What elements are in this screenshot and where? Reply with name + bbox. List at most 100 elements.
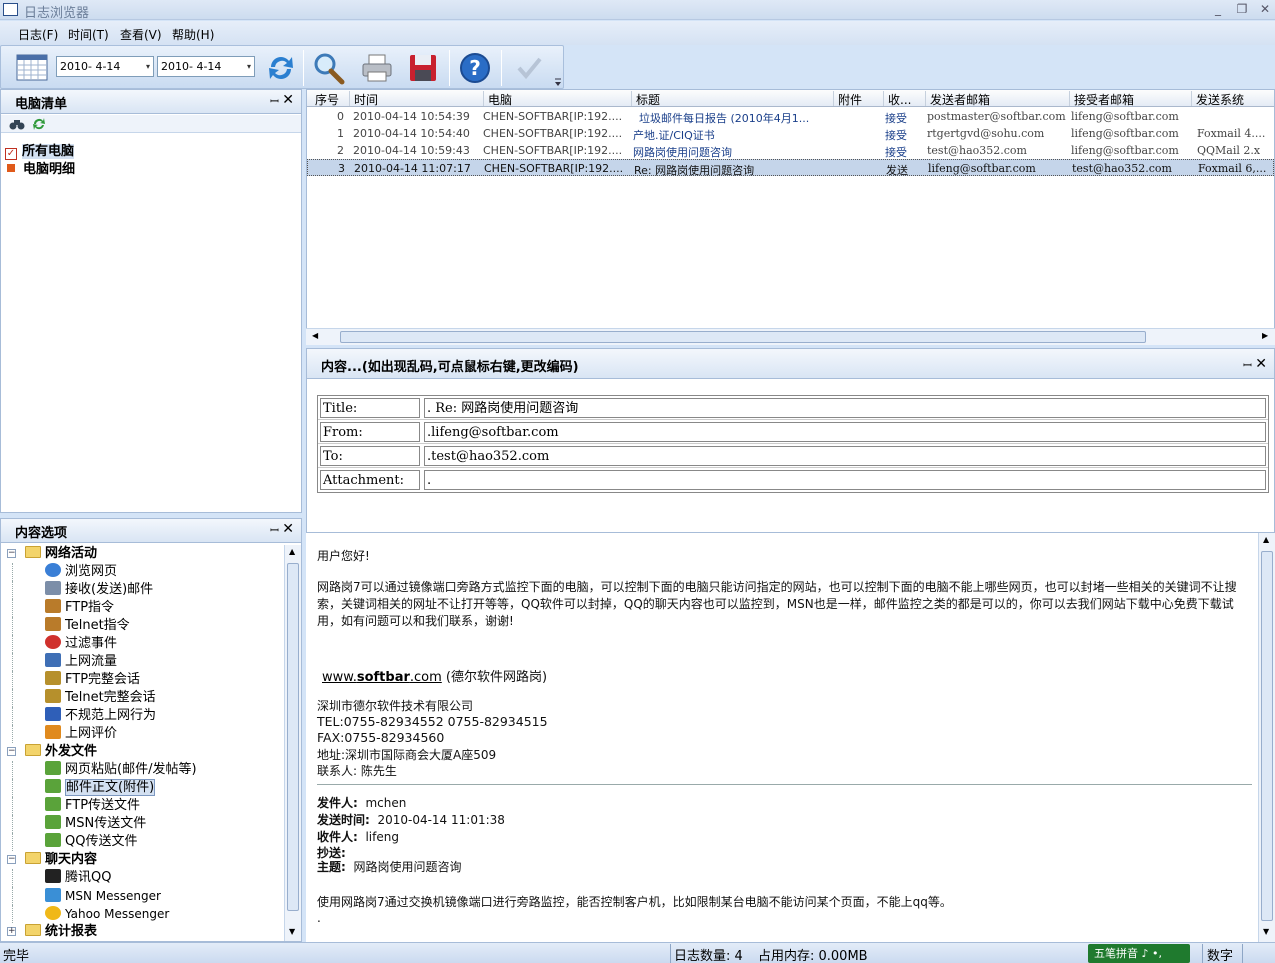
computer-item-all[interactable]: ✓ 所有电脑 (5, 143, 75, 161)
scroll-thumb[interactable] (287, 563, 299, 911)
tree-item[interactable]: 不规范上网行为 (45, 707, 156, 725)
status-separator (670, 944, 671, 963)
pin-icon[interactable]: ꟷ (270, 94, 279, 109)
tree-scrollbar[interactable]: ▲ ▼ (284, 545, 301, 941)
search-icon[interactable] (311, 51, 347, 85)
scroll-up-icon[interactable]: ▲ (289, 547, 295, 556)
website-link[interactable]: www.softbar.com (322, 670, 442, 685)
close-icon[interactable]: ✕ (1255, 356, 1267, 372)
close-icon[interactable]: ✕ (282, 92, 294, 108)
tree-item[interactable]: 腾讯QQ (45, 869, 111, 887)
column-header-attachment[interactable]: 附件 (833, 91, 862, 107)
tree-group[interactable]: 外发文件 (25, 743, 97, 761)
mail-scrollbar[interactable]: ▲ ▼ (1258, 533, 1275, 943)
table-cell-time: 2010-04-14 10:54:40 (353, 127, 470, 140)
tree-item[interactable]: FTP完整会话 (45, 671, 140, 689)
tree-item[interactable]: 邮件正文(附件) (45, 779, 156, 797)
find-icon[interactable] (9, 117, 25, 131)
mail-header-key: Attachment: (320, 470, 420, 490)
pin-icon[interactable]: ꟷ (1243, 358, 1252, 373)
tree-item[interactable]: 上网评价 (45, 725, 117, 743)
tree-item[interactable]: 接收(发送)邮件 (45, 581, 153, 599)
column-header-title[interactable]: 标题 (631, 91, 660, 107)
tree-group[interactable]: 网络活动 (25, 545, 97, 563)
panel-title: 电脑清单 (15, 97, 68, 112)
date-from-picker[interactable]: 2010- 4-14 ▾ (56, 56, 154, 77)
calendar-icon[interactable] (15, 52, 49, 82)
tree-guide-line (12, 869, 36, 887)
table-row[interactable]: 3 2010-04-14 11:07:17 CHEN-SOFTBAR[IP:192.… (307, 159, 1274, 177)
table-row[interactable]: 2 2010-04-14 10:59:43 CHEN-SOFTBAR[IP:192.… (307, 142, 1274, 159)
tree-item[interactable]: 上网流量 (45, 653, 117, 671)
close-icon[interactable]: ✕ (282, 521, 294, 537)
table-hscrollbar[interactable]: ◀ ▶ (306, 328, 1275, 345)
minimize-button[interactable]: _ (1209, 1, 1227, 18)
expand-icon[interactable]: + (7, 927, 16, 936)
session-icon (45, 671, 61, 685)
pin-icon[interactable]: ꟷ (270, 523, 279, 538)
scroll-up-icon[interactable]: ▲ (1263, 535, 1269, 544)
status-memory: 占用内存: 0.00MB (758, 949, 868, 963)
close-window-button[interactable]: ✕ (1256, 1, 1274, 18)
menu-log[interactable]: 日志(F) (18, 26, 58, 43)
tree-item[interactable]: 网页粘贴(邮件/发帖等) (45, 761, 197, 779)
refresh-icon[interactable] (263, 51, 299, 85)
save-icon[interactable] (405, 51, 441, 85)
tree-item[interactable]: FTP指令 (45, 599, 114, 617)
tree-group[interactable]: 聊天内容 (25, 851, 97, 869)
collapse-icon[interactable]: − (7, 855, 16, 864)
log-table: 序号 时间 电脑 标题 附件 收... 发送者邮箱 接受者邮箱 发送系统 0 20… (306, 89, 1275, 344)
tree-item[interactable]: Telnet完整会话 (45, 689, 156, 707)
file-out-icon (45, 815, 61, 829)
column-header-direction[interactable]: 收... (883, 91, 911, 107)
help-icon[interactable]: ? (457, 51, 493, 85)
checkbox-checked-icon[interactable]: ✓ (5, 148, 17, 160)
diamond-icon (45, 707, 61, 721)
table-cell-time: 2010-04-14 10:59:43 (353, 144, 470, 157)
scroll-right-icon[interactable]: ▶ (1262, 331, 1268, 340)
mail-address: 地址:深圳市国际商会大厦A座509 (317, 748, 497, 762)
menu-help[interactable]: 帮助(H) (172, 26, 214, 43)
tree-item[interactable]: QQ传送文件 (45, 833, 137, 851)
quote-divider (317, 784, 1252, 785)
menu-view[interactable]: 查看(V) (120, 26, 162, 43)
column-header-no[interactable]: 序号 (311, 91, 339, 107)
computer-item-detail[interactable]: 电脑明细 (5, 161, 75, 179)
table-cell-to: lifeng@softbar.com (1071, 110, 1179, 123)
column-header-sender[interactable]: 发送者邮箱 (925, 91, 990, 107)
checkmark-icon[interactable] (511, 51, 547, 85)
tree-item[interactable]: 过滤事件 (45, 635, 117, 653)
refresh-icon[interactable] (32, 117, 46, 131)
ime-indicator[interactable]: 五笔拼音 ♪ •, (1088, 944, 1190, 963)
table-cell-sys: QQMail 2.x (1197, 144, 1261, 157)
tree-item[interactable]: MSN Messenger (45, 887, 161, 905)
column-header-time[interactable]: 时间 (349, 91, 378, 107)
column-header-pc[interactable]: 电脑 (483, 91, 512, 107)
tree-item[interactable]: FTP传送文件 (45, 797, 140, 815)
print-icon[interactable] (359, 51, 395, 85)
scroll-left-icon[interactable]: ◀ (312, 331, 318, 340)
tree-item[interactable]: MSN传送文件 (45, 815, 146, 833)
date-to-picker[interactable]: 2010- 4-14 ▾ (157, 56, 255, 77)
collapse-icon[interactable]: − (7, 747, 16, 756)
scroll-thumb[interactable] (340, 331, 1146, 343)
menu-time[interactable]: 时间(T) (68, 26, 109, 43)
tree-group[interactable]: 统计报表 (25, 923, 97, 941)
tree-item[interactable]: Telnet指令 (45, 617, 130, 635)
table-row[interactable]: 1 2010-04-14 10:54:40 CHEN-SOFTBAR[IP:192.… (307, 125, 1274, 142)
mail-body[interactable]: 用户您好! 网路岗7可以通过镜像端口旁路方式监控下面的电脑，可以控制下面的电脑只… (306, 532, 1275, 943)
column-header-receiver[interactable]: 接受者邮箱 (1069, 91, 1134, 107)
restore-button[interactable]: ❐ (1233, 1, 1251, 18)
scroll-down-icon[interactable]: ▼ (1263, 927, 1269, 936)
table-cell-from: test@hao352.com (927, 144, 1027, 157)
scroll-thumb[interactable] (1261, 551, 1273, 921)
scroll-down-icon[interactable]: ▼ (289, 927, 295, 936)
table-row[interactable]: 0 2010-04-14 10:54:39 CHEN-SOFTBAR[IP:192.… (307, 108, 1274, 125)
quote-to: 收件人: lifeng (317, 828, 399, 845)
collapse-icon[interactable]: − (7, 549, 16, 558)
tree-item[interactable]: Yahoo Messenger (45, 905, 169, 923)
toolbar-overflow-icon[interactable] (553, 76, 563, 88)
column-header-system[interactable]: 发送系统 (1191, 91, 1244, 107)
tree-item[interactable]: 浏览网页 (45, 563, 117, 581)
table-cell-pc: CHEN-SOFTBAR[IP:192.... (483, 144, 623, 157)
